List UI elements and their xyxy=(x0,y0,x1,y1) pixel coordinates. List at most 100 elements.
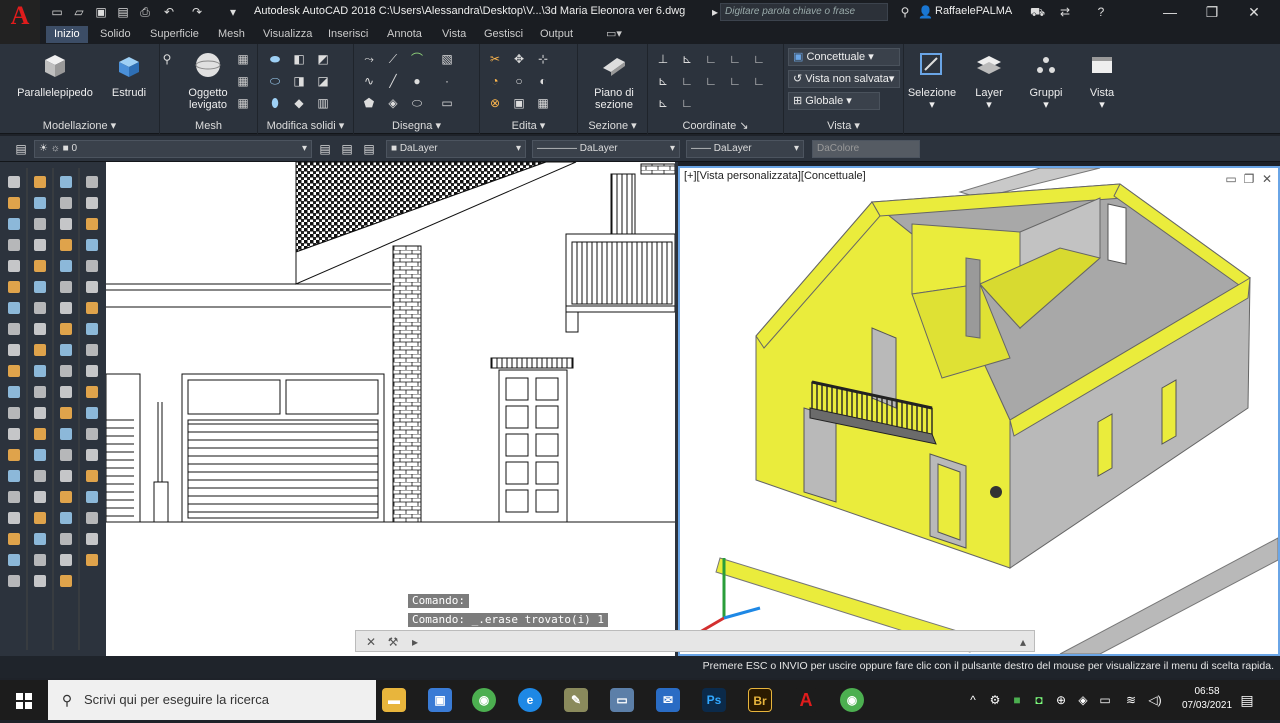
print-icon[interactable]: ⎙ xyxy=(138,5,152,19)
estrudi-button[interactable]: Estrudi xyxy=(104,50,154,99)
mesh-tool-1-icon[interactable]: ▦ xyxy=(236,52,250,66)
help-search-input[interactable]: Digitare parola chiave o frase xyxy=(720,3,888,21)
line-icon[interactable]: ⟋ xyxy=(386,52,400,66)
ucs-origin-icon[interactable]: ∟ xyxy=(704,52,718,66)
viewport-close-icon[interactable]: ✕ xyxy=(1260,172,1274,186)
ucs-icon[interactable]: ⊥ xyxy=(656,52,670,66)
ribbon-options-icon[interactable]: ▭▾ xyxy=(598,26,630,43)
layer-properties-icon[interactable]: ▤ xyxy=(14,142,28,156)
saved-view-dropdown[interactable]: ↺ Vista non salvata▾ xyxy=(788,70,900,88)
ucs-object-icon[interactable]: ∟ xyxy=(752,74,766,88)
pen-app-icon[interactable]: ✎ xyxy=(564,688,588,712)
panel-title-vista[interactable]: Vista ▾ xyxy=(784,119,903,132)
erase-icon[interactable]: ⊗ xyxy=(488,96,502,110)
user-icon[interactable]: 👤 xyxy=(918,5,933,19)
photos-icon[interactable]: ▣ xyxy=(428,688,452,712)
command-prompt-icon[interactable]: ▸ xyxy=(408,635,422,649)
subtract-icon[interactable]: ⬭ xyxy=(268,74,282,88)
ucs-view-icon[interactable]: ∟ xyxy=(680,74,694,88)
parallelepipedo-button[interactable]: Parallelepipedo xyxy=(10,50,100,99)
tab-gestisci[interactable]: Gestisci xyxy=(476,26,531,43)
layer-button[interactable]: Layer ▾ xyxy=(964,50,1014,111)
command-customize-icon[interactable]: ⚒ xyxy=(386,635,400,649)
taskbar-search-input[interactable]: Scrivi qui per eseguire la ricerca xyxy=(48,680,376,720)
copy-icon[interactable]: ▣ xyxy=(512,96,526,110)
viewport-minimize-icon[interactable]: ▭ xyxy=(1224,172,1238,186)
gruppi-button[interactable]: Gruppi ▾ xyxy=(1020,50,1072,111)
tab-solido[interactable]: Solido xyxy=(92,26,139,43)
ucs-x-icon[interactable]: ∟ xyxy=(752,52,766,66)
match-layer-icon[interactable]: ▤ xyxy=(318,142,332,156)
restore-icon[interactable]: ❐ xyxy=(1192,2,1232,22)
tab-mesh[interactable]: Mesh xyxy=(210,26,253,43)
tray-chevron-icon[interactable]: ^ xyxy=(966,693,980,707)
chrome-2-icon[interactable]: ◉ xyxy=(840,688,864,712)
trim-icon[interactable]: ✂ xyxy=(488,52,502,66)
solid-edit-4-icon[interactable]: ◪ xyxy=(316,74,330,88)
union-icon[interactable]: ⬬ xyxy=(268,52,282,66)
layer-previous-icon[interactable]: ▤ xyxy=(340,142,354,156)
chrome-icon[interactable]: ◉ xyxy=(472,688,496,712)
rotate-icon[interactable]: ○ xyxy=(512,74,526,88)
system-clock[interactable]: 06:58 07/03/2021 xyxy=(1180,685,1234,713)
panel-title-modifica-solidi[interactable]: Modifica solidi ▾ xyxy=(258,119,353,132)
arc-icon[interactable]: ⌒ xyxy=(410,52,424,66)
make-current-icon[interactable]: ▤ xyxy=(362,142,376,156)
edge-icon[interactable]: e xyxy=(518,688,542,712)
photoshop-icon[interactable]: Ps xyxy=(702,688,726,712)
selezione-button[interactable]: Selezione ▾ xyxy=(906,50,958,111)
polyline-icon[interactable]: ⤳ xyxy=(362,52,376,66)
tool-palette-icons[interactable] xyxy=(0,162,106,656)
solid-edit-6-icon[interactable]: ▥ xyxy=(316,96,330,110)
start-button[interactable] xyxy=(0,680,48,720)
redo-icon[interactable]: ↷ xyxy=(190,5,204,19)
ucs-world-icon[interactable]: ⊾ xyxy=(680,52,694,66)
tab-output[interactable]: Output xyxy=(532,26,581,43)
battery-icon[interactable]: ▭ xyxy=(1098,693,1112,707)
tab-visualizza[interactable]: Visualizza xyxy=(255,26,320,43)
bridge-icon[interactable]: Br xyxy=(748,688,772,712)
ucs-dropdown[interactable]: ⊞ Globale ▾ xyxy=(788,92,880,110)
file-explorer-icon[interactable]: ▬ xyxy=(382,688,406,712)
vista-button[interactable]: Vista ▾ xyxy=(1078,50,1126,111)
ucs-prev-icon[interactable]: ∟ xyxy=(680,96,694,110)
ucs-named-icon[interactable]: ⊾ xyxy=(656,96,670,110)
autocad-taskbar-icon[interactable]: A xyxy=(794,688,818,712)
user-name[interactable]: RaffaelePALMA xyxy=(935,5,1012,17)
panel-title-coordinate[interactable]: Coordinate ↘ xyxy=(648,119,783,132)
viewport-label[interactable]: [+][Vista personalizzata][Concettuale] xyxy=(684,170,866,182)
move-icon[interactable]: ✥ xyxy=(512,52,526,66)
spline-icon[interactable]: ∿ xyxy=(362,74,376,88)
piano-di-sezione-button[interactable]: Piano di sezione xyxy=(586,50,642,111)
tray-nvidia-icon[interactable]: ■ xyxy=(1010,693,1024,707)
tray-app-icon[interactable]: ◘ xyxy=(1032,693,1046,707)
window-app-icon[interactable]: ▭ xyxy=(610,688,634,712)
ucs-3point-icon[interactable]: ∟ xyxy=(728,52,742,66)
ucs-face-icon[interactable]: ⊾ xyxy=(656,74,670,88)
search-binoculars-icon[interactable]: ⚲ xyxy=(898,5,912,19)
quick-access-dropdown-icon[interactable]: ▾ xyxy=(226,5,240,19)
ucs-z-icon[interactable]: ∟ xyxy=(728,74,742,88)
cart-icon[interactable]: ⛟ xyxy=(1030,5,1045,19)
wifi-icon[interactable]: ≋ xyxy=(1124,693,1138,707)
exchange-icon[interactable]: ⇄ xyxy=(1058,5,1072,19)
panel-title-sezione[interactable]: Sezione ▾ xyxy=(578,119,647,132)
solid-edit-1-icon[interactable]: ◧ xyxy=(292,52,306,66)
open-file-icon[interactable]: ▱ xyxy=(72,5,86,19)
lineweight-dropdown[interactable]: —— DaLayer ▾ xyxy=(686,140,804,158)
tab-vista[interactable]: Vista xyxy=(434,26,474,43)
layer-dropdown[interactable]: ☀ ☼ ■ 0 ▾ xyxy=(34,140,312,158)
oggetto-levigato-button[interactable]: Oggetto levigato xyxy=(182,50,234,111)
tab-superficie[interactable]: Superficie xyxy=(142,26,207,43)
tab-inserisci[interactable]: Inserisci xyxy=(320,26,376,43)
viewport-2d-elevation[interactable]: Comando: Comando: _.erase trovato(i) 1 xyxy=(106,162,675,656)
ray-icon[interactable]: ╱ xyxy=(386,74,400,88)
mesh-tool-2-icon[interactable]: ▦ xyxy=(236,74,250,88)
tray-security-icon[interactable]: ◈ xyxy=(1076,693,1090,707)
color-dropdown[interactable]: ■ DaLayer ▾ xyxy=(386,140,526,158)
autocad-logo-icon[interactable]: A xyxy=(0,0,40,44)
panel-title-edita[interactable]: Edita ▾ xyxy=(480,119,577,132)
plotstyle-dropdown[interactable]: DaColore xyxy=(812,140,920,158)
solid-edit-2-icon[interactable]: ◩ xyxy=(316,52,330,66)
circle-icon[interactable]: ● xyxy=(410,74,424,88)
